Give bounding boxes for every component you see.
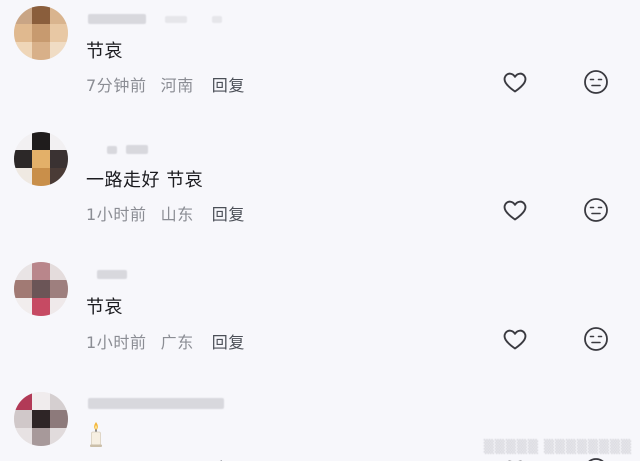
comment-list: 节哀 7分钟前 河南 回复 一路走好 节哀 1小时前 山东 回复 节哀 1小时前… <box>0 0 640 461</box>
comment-meta: 7分钟前 河南 回复 <box>86 72 245 96</box>
comment-meta: 1小时前 广东 回复 <box>86 329 245 353</box>
reply-button[interactable]: 回复 <box>212 329 245 353</box>
username-blurred <box>126 145 148 154</box>
comment-text: 一路走好 节哀 <box>86 170 204 191</box>
like-button[interactable] <box>501 196 529 224</box>
dislike-button[interactable] <box>582 456 610 461</box>
neutral-face-icon <box>584 70 608 94</box>
comment-item: 一路走好 节哀 1小时前 山东 回复 <box>0 120 640 250</box>
heart-icon <box>503 329 527 350</box>
dislike-button[interactable] <box>582 196 610 224</box>
dislike-button[interactable] <box>582 325 610 353</box>
username-blurred <box>212 16 222 23</box>
comment-location: 山东 <box>160 205 194 224</box>
reply-button[interactable]: 回复 <box>212 201 245 225</box>
comment-location: 河南 <box>160 76 194 95</box>
like-button[interactable] <box>501 456 529 461</box>
watermark-blurred: ▒▒▒▒▒ ▒▒▒▒▒▒▒▒ <box>483 440 632 455</box>
avatar[interactable] <box>14 262 68 316</box>
dislike-button[interactable] <box>582 68 610 96</box>
comment-time: 1小时前 <box>86 205 147 224</box>
heart-icon <box>503 72 527 93</box>
neutral-face-icon <box>584 198 608 222</box>
username-blurred[interactable] <box>88 398 224 409</box>
comment-text: 节哀 <box>86 297 123 318</box>
username-blurred <box>165 16 187 23</box>
avatar[interactable] <box>14 392 68 446</box>
neutral-face-icon <box>584 327 608 351</box>
username-blurred[interactable] <box>107 146 117 154</box>
like-button[interactable] <box>501 68 529 96</box>
neutral-face-icon <box>588 458 604 461</box>
comment-item: 节哀 1小时前 广东 回复 <box>0 250 640 380</box>
avatar[interactable] <box>14 132 68 186</box>
reply-button[interactable]: 回复 <box>212 72 245 96</box>
candle-emoji <box>86 420 106 448</box>
comment-text: 节哀 <box>86 41 123 62</box>
comment-meta: 回复 <box>86 455 233 461</box>
username-blurred[interactable] <box>88 14 146 24</box>
comment-time: 7分钟前 <box>86 76 147 95</box>
heart-icon <box>503 200 527 221</box>
avatar[interactable] <box>14 6 68 60</box>
comment-location: 广东 <box>160 333 194 352</box>
like-button[interactable] <box>501 325 529 353</box>
comment-meta: 1小时前 山东 回复 <box>86 201 245 225</box>
comment-item: 节哀 7分钟前 河南 回复 <box>0 0 640 120</box>
reply-button[interactable]: 回复 <box>200 455 233 461</box>
heart-icon <box>508 460 522 461</box>
username-blurred[interactable] <box>97 270 127 279</box>
comment-time: 1小时前 <box>86 333 147 352</box>
